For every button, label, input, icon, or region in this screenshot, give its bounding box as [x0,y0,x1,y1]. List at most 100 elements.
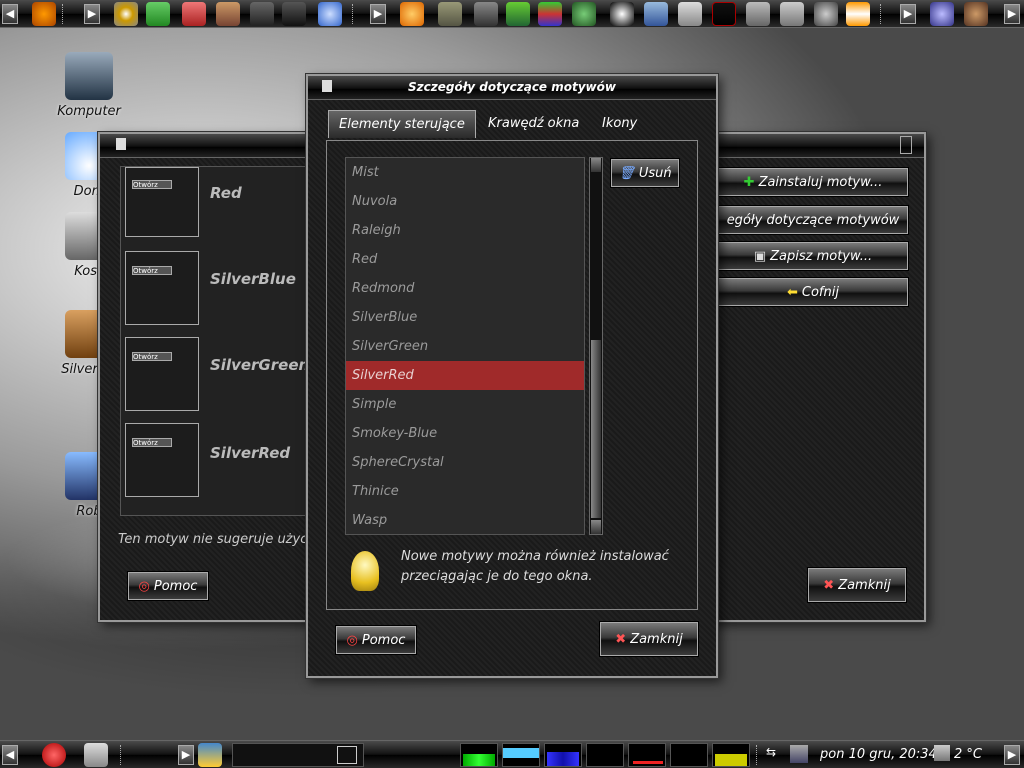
revert-button[interactable]: ⬅ Cofnij [718,278,908,306]
lifebuoy-icon: ◎ [346,632,358,648]
theme-preview-item[interactable]: Otwórz [125,167,305,245]
clock-label[interactable]: pon 10 gru, 20:34 [820,747,937,762]
terminal-icon[interactable] [250,2,274,26]
theme-list-item[interactable]: Nuvola [346,187,584,216]
weather-icon[interactable] [934,745,950,761]
power-icon[interactable] [42,743,66,767]
theme-list-item[interactable]: Red [346,245,584,274]
recycle-icon[interactable] [146,2,170,26]
network-icon[interactable] [746,2,770,26]
pdf-icon[interactable] [712,2,736,26]
network-tray-icon[interactable]: ⇆ [766,745,776,759]
back-help-button[interactable]: ◎ Pomoc [128,572,208,600]
theme-list-item[interactable]: Wasp [346,506,584,534]
back-help-label: Pomoc [153,578,198,594]
window-menu-icon[interactable] [116,138,126,150]
scroll-up-arrow[interactable] [591,158,601,172]
leaf-icon[interactable] [506,2,530,26]
cube-icon[interactable] [538,2,562,26]
theme-details-label: egóły dotyczące motywów [726,212,900,228]
music-player-icon[interactable] [814,2,838,26]
debian-package-icon[interactable] [182,2,206,26]
theme-list-item[interactable]: Raleigh [346,216,584,245]
save-theme-button[interactable]: ▣ Zapisz motyw... [718,242,908,270]
theme-list[interactable]: Mist Nuvola Raleigh Red Redmond SilverBlue Sil… [345,157,585,535]
window-list-icon[interactable] [198,743,222,767]
theme-list-item[interactable]: SphereCrystal [346,448,584,477]
tab-panel: Mist Nuvola Raleigh Red Redmond SilverBlue Sil… [326,140,698,610]
user-icon[interactable] [964,2,988,26]
window-control-icon[interactable] [900,136,912,154]
panel-scroll-right-arrow-4[interactable]: ▶ [1004,4,1020,24]
theme-preview-item[interactable]: Otwórz [125,337,305,415]
help-button[interactable]: ◎ Pomoc [336,626,416,654]
web-browser-icon[interactable] [318,2,342,26]
battery-graph [715,754,747,766]
temperature-label[interactable]: 2 °C [954,747,982,762]
tab-window-border[interactable]: Krawędź okna [478,110,589,138]
tux-icon[interactable] [610,2,634,26]
panel-scroll-right-arrow-2[interactable]: ▶ [1004,745,1020,765]
load-monitor [628,743,666,767]
theme-list-item[interactable]: Smokey-Blue [346,419,584,448]
panel-separator [120,745,123,765]
tools-icon[interactable] [474,2,498,26]
archive-box-icon[interactable] [216,2,240,26]
theme-list-item[interactable]: SilverGreen [346,332,584,361]
blender-icon[interactable] [400,2,424,26]
theme-preview-item[interactable]: Otwórz [125,423,305,501]
gimp-icon[interactable] [438,2,462,26]
remove-theme-button[interactable]: 🗑 Usuń [611,159,679,187]
desktop-icon-computer[interactable]: Komputer [44,52,134,119]
theme-list-item[interactable]: Simple [346,390,584,419]
vlc-icon[interactable] [846,2,870,26]
panel-scroll-left-arrow[interactable]: ◀ [2,4,18,24]
clock-icon[interactable] [572,2,596,26]
arrow-left-icon: ⬅ [787,284,798,300]
theme-name-label: SilverBlue [210,270,296,288]
show-desktop-icon[interactable] [84,743,108,767]
preview-open-button: Otwórz [132,180,172,189]
memory-graph [503,748,539,758]
workspace-switcher[interactable] [232,743,364,767]
theme-list-item[interactable]: Mist [346,158,584,187]
theme-list-item[interactable]: SilverRed [346,361,584,390]
panel-scroll-right-arrow[interactable]: ▶ [178,745,194,765]
memory-monitor [502,743,540,767]
theme-list-item[interactable]: Redmond [346,274,584,303]
back-close-button[interactable]: ✖ Zamknij [808,568,906,602]
panel-separator [352,4,355,24]
theme-list-item[interactable]: SilverBlue [346,303,584,332]
theme-preview-item[interactable]: Otwórz [125,251,305,329]
window-menu-icon[interactable] [322,80,332,92]
active-workspace[interactable] [337,746,357,764]
theme-name-label: Red [210,184,242,202]
panel-scroll-right-arrow-3[interactable]: ▶ [900,4,916,24]
cd-burner-icon[interactable] [114,2,138,26]
theme-list-item[interactable]: Thinice [346,477,584,506]
calculator-icon[interactable] [780,2,804,26]
panel-scroll-left-arrow[interactable]: ◀ [2,745,18,765]
install-theme-button[interactable]: ✚ Zainstaluj motyw... [718,168,908,196]
scrollbar-thumb[interactable] [591,340,601,518]
monitor-icon[interactable] [282,2,306,26]
help-label: Pomoc [361,632,406,648]
text-editor-icon[interactable] [678,2,702,26]
theme-list-scrollbar[interactable] [589,157,603,535]
gnome-foot-menu-icon[interactable] [32,2,56,26]
panel-scroll-right-arrow[interactable]: ▶ [84,4,100,24]
gnome-logo-icon[interactable] [930,2,954,26]
panel-scroll-right-arrow-2[interactable]: ▶ [370,4,386,24]
scroll-down-arrow[interactable] [591,520,601,534]
battery-monitor [712,743,750,767]
tab-controls[interactable]: Elementy sterujące [328,110,476,138]
close-button[interactable]: ✖ Zamknij [600,622,698,656]
finder-icon[interactable] [644,2,668,26]
tab-icons[interactable]: Ikony [592,110,647,138]
dialog-titlebar[interactable]: Szczegóły dotyczące motywów [308,76,716,100]
theme-preview-thumbnail: Otwórz [125,423,199,497]
volume-icon[interactable] [790,745,808,763]
theme-details-button[interactable]: egóły dotyczące motywów [718,206,908,234]
lightbulb-icon [351,551,379,591]
theme-preview-list[interactable]: Otwórz Otwórz Otwórz Otwórz [120,166,310,516]
